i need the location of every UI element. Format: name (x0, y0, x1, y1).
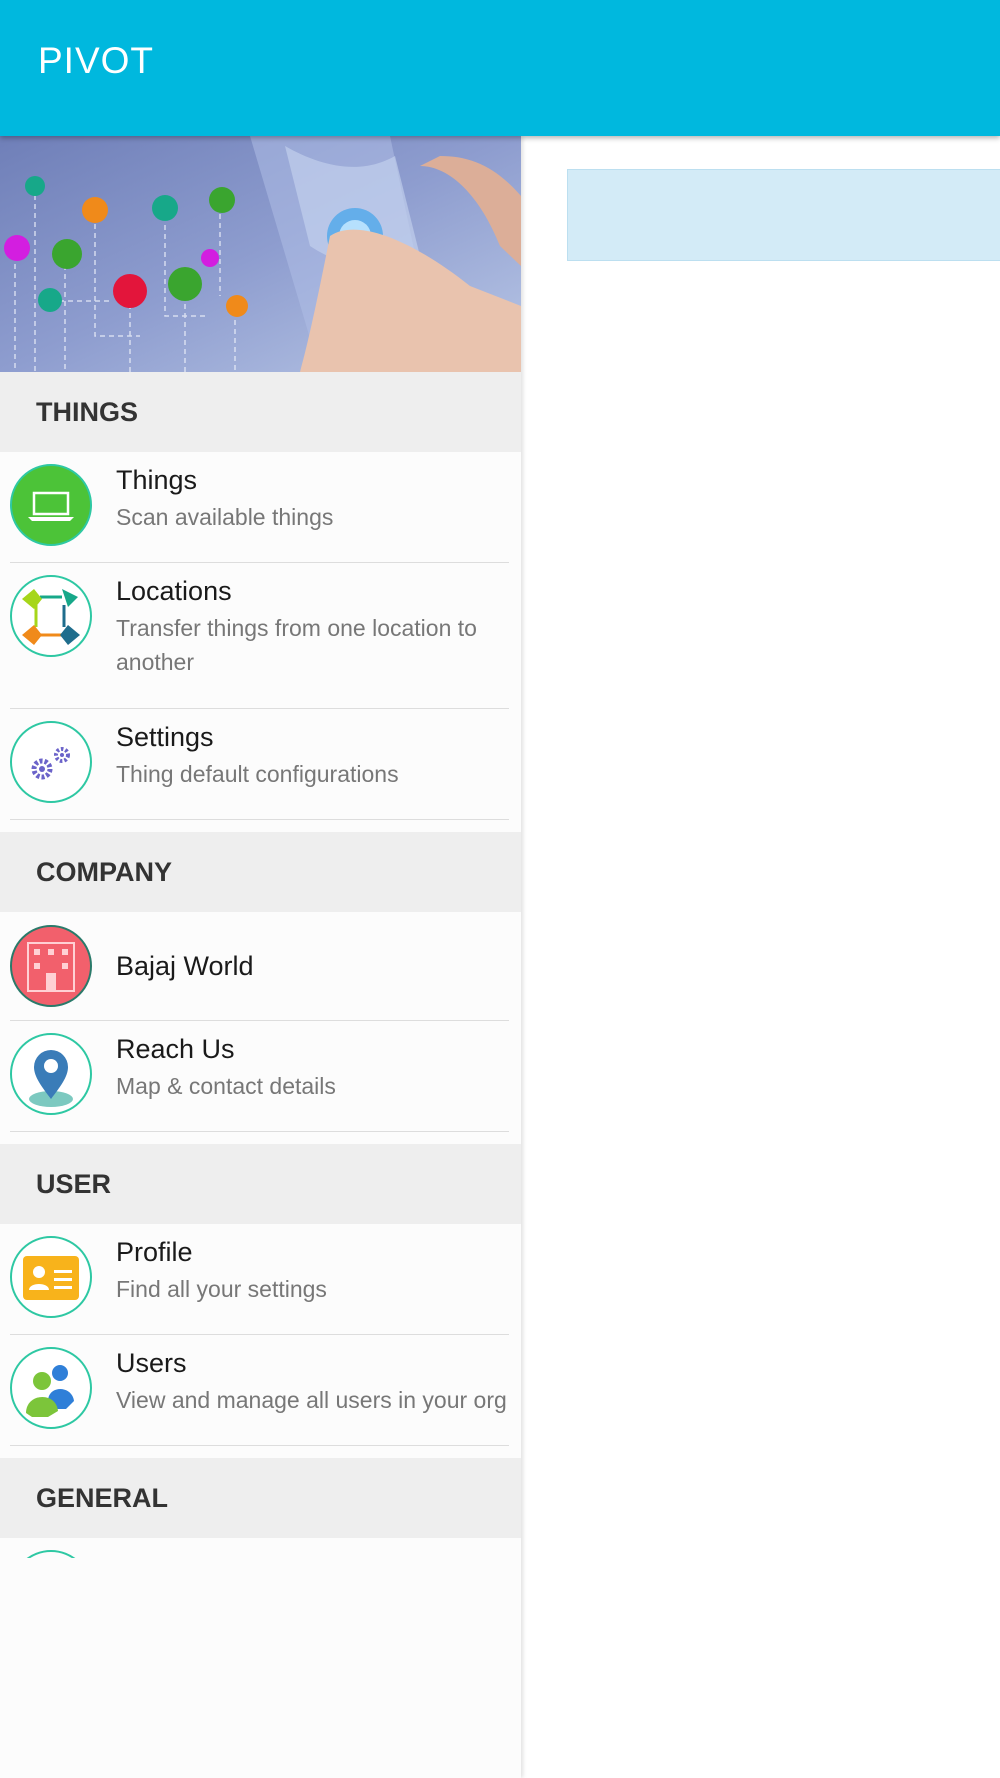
menu-item-settings[interactable]: Settings Thing default configurations (10, 709, 509, 820)
menu-item-locations[interactable]: Locations Transfer things from one locat… (10, 563, 509, 709)
map-pin-icon (10, 1033, 92, 1115)
drawer-header-image (0, 136, 521, 372)
gears-icon (10, 721, 92, 803)
menu-item-title: Locations (116, 576, 232, 606)
id-card-icon (10, 1236, 92, 1318)
app-title: PIVOT (38, 40, 155, 81)
menu-item-things[interactable]: Things Scan available things (10, 452, 509, 563)
menu-item-title: Users (116, 1348, 187, 1378)
menu-item-title: Profile (116, 1237, 193, 1267)
iot-hand-illustration (0, 136, 521, 372)
menu-item-subtitle: Transfer things from one location to ano… (116, 615, 477, 675)
menu-item-title: Things (116, 465, 198, 495)
section-header-user: USER (0, 1144, 521, 1224)
navigation-drawer: THINGS Things Scan available things Loca… (0, 136, 521, 1778)
menu-item-subtitle: Thing default configurations (116, 761, 399, 787)
menu-item-title: Bajaj World (116, 951, 254, 981)
main-content (521, 136, 1000, 1778)
section-header-company: COMPANY (0, 832, 521, 912)
section-header-general: GENERAL (0, 1458, 521, 1538)
menu-item-users[interactable]: Users View and manage all users in your … (10, 1335, 509, 1446)
building-icon (10, 925, 92, 1007)
menu-icon-partial (10, 1550, 92, 1558)
menu-item-reach-us[interactable]: Reach Us Map & contact details (10, 1021, 509, 1132)
section-header-things: THINGS (0, 372, 521, 452)
menu-item-bajaj-world[interactable]: Bajaj World (10, 912, 509, 1021)
menu-item-title: Reach Us (116, 1034, 235, 1064)
users-icon (10, 1347, 92, 1429)
menu-item-partial[interactable] (0, 1538, 521, 1558)
menu-item-subtitle: Scan available things (116, 504, 334, 530)
transfer-icon (10, 575, 92, 657)
menu-item-title: Settings (116, 722, 214, 752)
menu-item-subtitle: Find all your settings (116, 1276, 327, 1302)
menu-item-subtitle: View and manage all users in your org (116, 1387, 507, 1413)
menu-item-subtitle: Map & contact details (116, 1073, 336, 1099)
laptop-icon (10, 464, 92, 546)
app-bar: PIVOT (0, 0, 1000, 136)
menu-item-profile[interactable]: Profile Find all your settings (10, 1224, 509, 1335)
info-banner (567, 169, 1000, 261)
